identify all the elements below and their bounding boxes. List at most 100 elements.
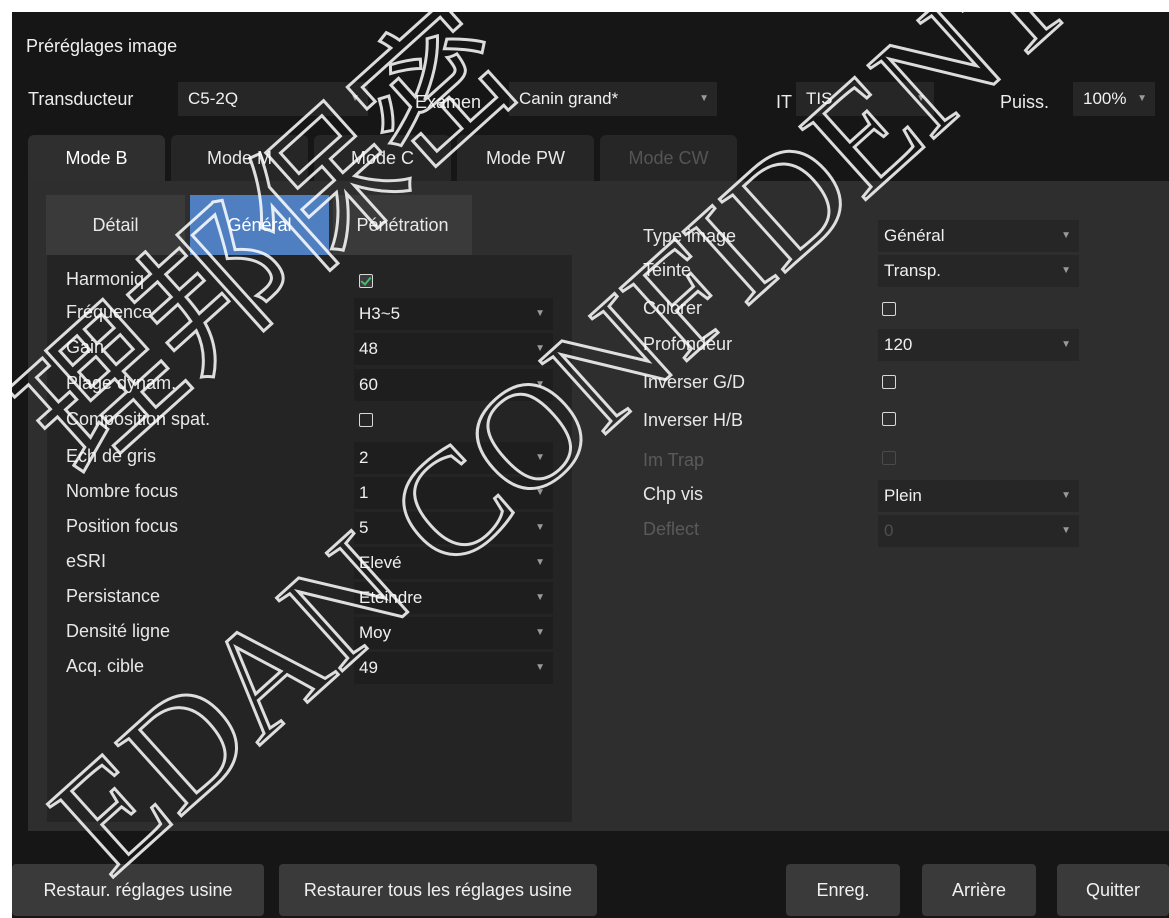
- restore-all-factory-button[interactable]: Restaurer tous les réglages usine: [279, 864, 597, 916]
- param-label: Ech de gris: [66, 446, 157, 466]
- esri-select[interactable]: Elevé ▼: [354, 547, 553, 579]
- deflect-value: 0: [884, 521, 894, 540]
- restore-factory-button[interactable]: Restaur. réglages usine: [12, 864, 264, 916]
- flip-lr-checkbox[interactable]: [882, 375, 896, 389]
- param-label: Harmoniq: [66, 269, 145, 289]
- chevron-down-icon: ▼: [699, 93, 709, 104]
- param-label: Nombre focus: [66, 481, 179, 501]
- exam-value: Canin grand*: [519, 89, 619, 108]
- focus-count-value: 1: [359, 483, 369, 502]
- it-label: IT: [776, 92, 792, 112]
- dynamic-range-value: 60: [359, 375, 378, 394]
- depth-select[interactable]: 120 ▼: [878, 329, 1079, 361]
- exam-label: Examen: [415, 92, 482, 112]
- transducer-label: Transducteur: [28, 89, 134, 109]
- quit-button[interactable]: Quitter: [1057, 864, 1169, 916]
- field-of-view-select[interactable]: Plein ▼: [878, 480, 1079, 512]
- frequency-value: H3~5: [359, 304, 401, 323]
- transducer-value: C5-2Q: [188, 89, 239, 108]
- subtab-detail[interactable]: Détail: [46, 195, 185, 255]
- window-title: Préréglages image: [26, 36, 178, 56]
- persistence-select[interactable]: Eteindre ▼: [354, 582, 553, 614]
- field-of-view-value: Plein: [884, 486, 922, 505]
- param-label: Deflect: [643, 519, 700, 539]
- grayscale-select[interactable]: 2 ▼: [354, 442, 553, 474]
- frequency-select[interactable]: H3~5 ▼: [354, 298, 553, 330]
- chevron-down-icon: ▼: [535, 662, 545, 673]
- chevron-down-icon: ▼: [1061, 525, 1071, 536]
- chevron-down-icon: ▼: [1061, 265, 1071, 276]
- chevron-down-icon: ▼: [535, 379, 545, 390]
- image-type-select[interactable]: Général ▼: [878, 220, 1079, 252]
- param-label: Gain: [66, 337, 105, 357]
- gain-value: 48: [359, 339, 378, 358]
- param-label: Profondeur: [643, 334, 733, 354]
- power-value: 100%: [1083, 89, 1127, 108]
- param-label: eSRI: [66, 551, 107, 571]
- save-button[interactable]: Enreg.: [786, 864, 900, 916]
- param-label: Type image: [643, 226, 737, 246]
- chevron-down-icon: ▼: [1137, 93, 1147, 104]
- param-label: Position focus: [66, 516, 179, 536]
- chevron-down-icon: ▼: [535, 557, 545, 568]
- tab-mode-b[interactable]: Mode B: [28, 135, 165, 181]
- image-presets-window: Préréglages image Transducteur C5-2Q ▼ E…: [12, 12, 1169, 918]
- tint-value: Transp.: [884, 261, 942, 280]
- chevron-down-icon: ▼: [1061, 339, 1071, 350]
- param-label: Persistance: [66, 586, 161, 606]
- param-label: Im Trap: [643, 450, 705, 470]
- chevron-down-icon: ▼: [535, 592, 545, 603]
- param-label: Acq. cible: [66, 656, 145, 676]
- target-acq-value: 49: [359, 658, 378, 677]
- param-label: Inverser G/D: [643, 372, 746, 392]
- tab-mode-pw[interactable]: Mode PW: [457, 135, 594, 181]
- gain-select[interactable]: 48 ▼: [354, 333, 553, 365]
- power-select[interactable]: 100% ▼: [1073, 82, 1155, 116]
- harmonic-checkbox[interactable]: [359, 274, 373, 288]
- param-label: Composition spat.: [66, 409, 211, 429]
- exam-select[interactable]: Canin grand* ▼: [509, 82, 717, 116]
- param-label: Inverser H/B: [643, 410, 744, 430]
- focus-position-value: 5: [359, 518, 369, 537]
- param-label: Teinte: [643, 260, 692, 280]
- chevron-down-icon: ▼: [350, 93, 360, 104]
- it-value: TIS: [806, 89, 833, 108]
- persistence-value: Eteindre: [359, 588, 423, 607]
- subtab-general[interactable]: Général: [190, 195, 329, 255]
- transducer-select[interactable]: C5-2Q ▼: [178, 82, 368, 116]
- param-label: Chp vis: [643, 484, 704, 504]
- dynamic-range-select[interactable]: 60 ▼: [354, 369, 553, 401]
- trapezoid-checkbox: [882, 451, 896, 465]
- chevron-down-icon: ▼: [535, 452, 545, 463]
- chevron-down-icon: ▼: [1061, 490, 1071, 501]
- chevron-down-icon: ▼: [916, 93, 926, 104]
- subtab-penetration[interactable]: Pénétration: [333, 195, 472, 255]
- tab-mode-cw: Mode CW: [600, 135, 737, 181]
- spatial-compound-checkbox[interactable]: [359, 413, 373, 427]
- esri-value: Elevé: [359, 553, 402, 572]
- tab-mode-c[interactable]: Mode C: [314, 135, 451, 181]
- chevron-down-icon: ▼: [535, 627, 545, 638]
- it-select[interactable]: TIS ▼: [796, 82, 934, 116]
- param-label: Colorer: [643, 298, 703, 318]
- chevron-down-icon: ▼: [535, 522, 545, 533]
- deflect-select: 0 ▼: [878, 515, 1079, 547]
- grayscale-value: 2: [359, 448, 369, 467]
- target-acq-select[interactable]: 49 ▼: [354, 652, 553, 684]
- flip-ud-checkbox[interactable]: [882, 412, 896, 426]
- colorize-checkbox[interactable]: [882, 302, 896, 316]
- tab-mode-m[interactable]: Mode M: [171, 135, 308, 181]
- focus-count-select[interactable]: 1 ▼: [354, 477, 553, 509]
- tint-select[interactable]: Transp. ▼: [878, 255, 1079, 287]
- param-label: Plage dynam.: [66, 373, 177, 393]
- param-label: Densité ligne: [66, 621, 171, 641]
- back-button[interactable]: Arrière: [922, 864, 1036, 916]
- chevron-down-icon: ▼: [535, 343, 545, 354]
- chevron-down-icon: ▼: [535, 308, 545, 319]
- focus-position-select[interactable]: 5 ▼: [354, 512, 553, 544]
- line-density-value: Moy: [359, 623, 392, 642]
- power-label: Puiss.: [1000, 92, 1050, 112]
- image-type-value: Général: [884, 226, 945, 245]
- param-label: Fréquence: [66, 302, 153, 322]
- line-density-select[interactable]: Moy ▼: [354, 617, 553, 649]
